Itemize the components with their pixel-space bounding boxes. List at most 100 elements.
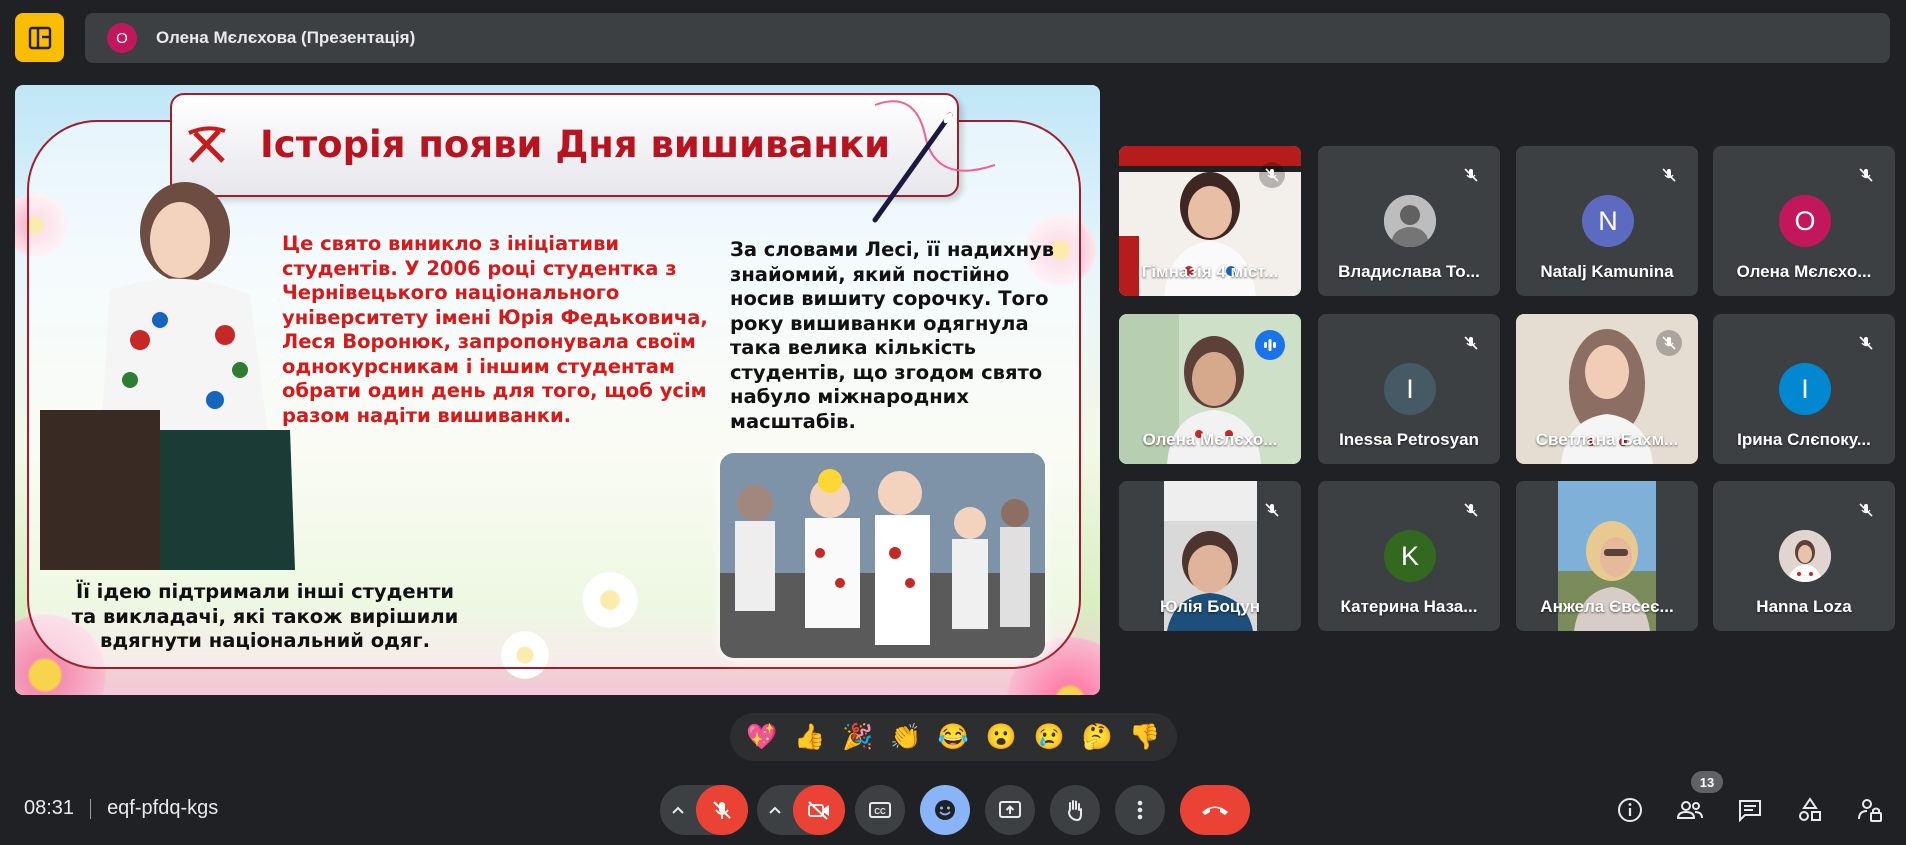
slide-paragraph-bottom: Її ідею підтримали інші студенти та викл…	[71, 580, 459, 652]
mic-off-icon	[1259, 497, 1285, 523]
chat-button[interactable]	[1730, 790, 1770, 830]
participant-avatar: N	[1582, 195, 1634, 247]
reaction-thumbs-up[interactable]: 👍	[792, 719, 828, 755]
mic-toggle-button[interactable]	[696, 785, 748, 835]
participant-name: Катерина Наза...	[1340, 597, 1478, 616]
participant-name: Inessa Petrosyan	[1339, 430, 1479, 449]
participant-tile[interactable]: Светлана Бахм...	[1516, 314, 1698, 464]
info-icon	[1618, 798, 1642, 822]
presentation-slide: Історія появи Дня вишиванки Це свято вин…	[15, 85, 1100, 695]
mic-off-icon	[1458, 162, 1484, 188]
reaction-surprised[interactable]: 😮	[983, 719, 1019, 755]
participant-tile[interactable]: N Natalj Kamunina	[1516, 146, 1698, 296]
svg-text:CC: CC	[874, 807, 886, 816]
participant-tile[interactable]: K Катерина Наза...	[1318, 481, 1500, 631]
chat-icon	[1739, 800, 1761, 822]
meeting-time: 08:31	[24, 797, 75, 819]
speaking-indicator-icon	[1255, 330, 1285, 360]
participant-tile[interactable]: Владислава То...	[1318, 146, 1500, 296]
audio-options-button[interactable]	[660, 785, 696, 835]
captions-button[interactable]: CC	[855, 785, 905, 835]
reaction-party-popper[interactable]: 🎉	[840, 719, 876, 755]
participant-tile[interactable]: І Ірина Слєпоку...	[1713, 314, 1895, 464]
participant-tile[interactable]: Hanna Loza	[1713, 481, 1895, 631]
present-screen-button[interactable]	[985, 785, 1035, 835]
participant-tile[interactable]: Гімназія 4 міст...	[1119, 146, 1301, 296]
divider	[90, 798, 92, 819]
raise-hand-button[interactable]	[1050, 785, 1100, 835]
mic-off-icon	[713, 801, 731, 819]
presenter-name: Олена Мєлєхова (Презентація)	[156, 28, 416, 47]
mic-control-group	[660, 785, 748, 835]
lock-person-icon	[1858, 799, 1882, 822]
chevron-up-icon	[672, 806, 684, 814]
participant-tile[interactable]: Юлія Боцун	[1119, 481, 1301, 631]
participant-name: Владислава То...	[1338, 262, 1480, 281]
people-button[interactable]	[1670, 790, 1710, 830]
participant-avatar: О	[1779, 195, 1831, 247]
chevron-up-icon	[769, 806, 781, 814]
shapes-icon	[1799, 797, 1821, 821]
participant-name: Светлана Бахм...	[1535, 430, 1679, 449]
participant-count-badge: 13	[1691, 771, 1723, 793]
woman-in-vyshyvanka-illustration	[40, 182, 295, 570]
reactions-bar: 💖 👍 🎉 👏 😂 😮 😢 🤔 👎	[730, 713, 1177, 761]
reaction-clapping[interactable]: 👏	[888, 719, 924, 755]
more-options-button[interactable]	[1115, 785, 1165, 835]
video-options-button[interactable]	[757, 785, 793, 835]
participant-avatar: K	[1384, 530, 1436, 582]
participant-name: Гімназія 4 міст...	[1141, 262, 1279, 281]
activities-button[interactable]	[1790, 790, 1830, 830]
participant-name: Олена Мєлєхо...	[1736, 262, 1872, 281]
camera-control-group	[757, 785, 845, 835]
participant-tile[interactable]: Анжела Євсеє...	[1516, 481, 1698, 631]
meeting-details-button[interactable]	[1610, 790, 1650, 830]
slide-paragraph-left: Це свято виникло з ініціативи студентів.…	[282, 232, 708, 427]
mic-off-icon	[1259, 162, 1285, 188]
vyshyvanka-crowd-photo	[720, 453, 1045, 658]
reaction-thumbs-down[interactable]: 👎	[1127, 719, 1163, 755]
meeting-info: 08:31 eqf-pfdq-kgs	[24, 797, 218, 820]
reaction-thinking[interactable]: 🤔	[1079, 719, 1115, 755]
phone-hangup-icon	[1202, 806, 1228, 815]
participant-name: Олена Мєлєхо...	[1142, 430, 1278, 449]
meet-logo-button[interactable]	[15, 13, 64, 62]
participant-tile[interactable]: О Олена Мєлєхо...	[1713, 146, 1895, 296]
participant-name: Юлія Боцун	[1159, 597, 1261, 616]
reaction-sparkling-heart[interactable]: 💖	[744, 719, 780, 755]
hand-icon	[1068, 800, 1082, 822]
reaction-joy[interactable]: 😂	[935, 719, 971, 755]
participant-name: Hanna Loza	[1756, 597, 1852, 616]
host-controls-button[interactable]	[1850, 790, 1890, 830]
closed-captions-icon: CC	[869, 802, 891, 818]
layout-icon	[28, 26, 51, 49]
slide-paragraph-right: За словами Лесі, її надихнув знайомий, я…	[730, 238, 1055, 433]
participant-name: Анжела Євсеє...	[1540, 597, 1674, 616]
reaction-crying[interactable]: 😢	[1031, 719, 1067, 755]
mic-off-icon	[1458, 330, 1484, 356]
slide-title: Історія появи Дня вишиванки	[260, 123, 891, 166]
camera-off-icon	[808, 801, 829, 820]
needle-icon	[872, 100, 996, 223]
presenter-bar[interactable]: О Олена Мєлєхова (Презентація)	[85, 13, 1890, 63]
participant-tile[interactable]: Олена Мєлєхо...	[1119, 314, 1301, 464]
leave-call-button[interactable]	[1180, 785, 1250, 835]
participant-avatar	[1384, 195, 1436, 247]
people-icon	[1676, 801, 1703, 819]
mic-off-icon	[1853, 330, 1879, 356]
emoji-icon	[935, 800, 955, 820]
more-vertical-icon	[1137, 800, 1143, 820]
participant-name: Natalj Kamunina	[1540, 262, 1674, 281]
participant-tile[interactable]: I Inessa Petrosyan	[1318, 314, 1500, 464]
mic-off-icon	[1656, 330, 1682, 356]
mic-off-icon	[1853, 497, 1879, 523]
participant-avatar: І	[1779, 363, 1831, 415]
meeting-code[interactable]: eqf-pfdq-kgs	[107, 797, 218, 820]
participant-avatar: I	[1384, 363, 1436, 415]
participant-name: Ірина Слєпоку...	[1737, 430, 1871, 449]
cross-stitch-icon	[188, 126, 226, 163]
reactions-button[interactable]	[920, 785, 970, 835]
mic-off-icon	[1853, 162, 1879, 188]
participant-avatar	[1779, 530, 1831, 582]
camera-toggle-button[interactable]	[793, 785, 845, 835]
